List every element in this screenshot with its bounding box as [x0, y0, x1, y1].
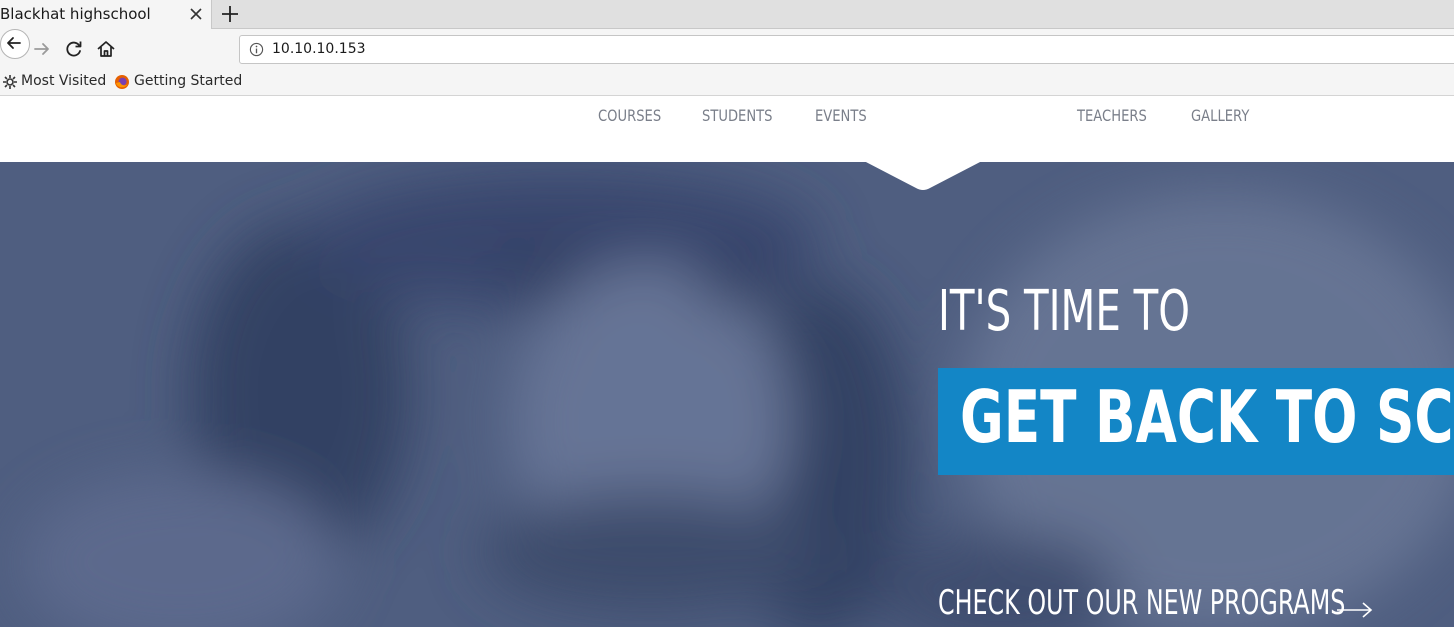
address-bar[interactable]: 10.10.10.153: [239, 35, 1454, 64]
info-icon[interactable]: [249, 42, 264, 57]
firefox-icon: [115, 75, 129, 89]
menu-item-teachers[interactable]: TEACHERS: [1077, 106, 1147, 125]
home-icon[interactable]: [95, 38, 117, 60]
browser-tab[interactable]: Blackhat highschool: [0, 0, 212, 29]
close-tab-icon[interactable]: [186, 4, 206, 24]
back-button[interactable]: [0, 29, 30, 59]
back-arrow-icon: [7, 37, 21, 49]
bookmark-label: Getting Started: [134, 73, 243, 89]
url-text: 10.10.10.153: [272, 41, 366, 57]
menu-item-students[interactable]: STUDENTS: [702, 106, 772, 125]
hero-headline-banner: GET BACK TO SCHOOL: [938, 368, 1454, 475]
bookmark-most-visited[interactable]: Most Visited: [2, 72, 107, 92]
menu-item-events[interactable]: EVENTS: [815, 106, 867, 125]
new-tab-icon[interactable]: [219, 3, 241, 25]
menu-item-gallery[interactable]: GALLERY: [1191, 106, 1249, 125]
programs-link[interactable]: CHECK OUT OUR NEW PROGRAMS: [938, 586, 1345, 620]
tab-title: Blackhat highschool: [0, 5, 151, 23]
reload-icon[interactable]: [63, 38, 85, 60]
bookmark-label: Most Visited: [21, 73, 107, 89]
bookmarks-toolbar: Most Visited Getting Started: [0, 69, 1454, 96]
navigation-toolbar: 10.10.10.153: [0, 29, 1454, 69]
menu-item-courses[interactable]: COURSES: [598, 106, 661, 125]
bookmark-getting-started[interactable]: Getting Started: [114, 72, 243, 92]
browser-tab-bar: Blackhat highschool: [0, 0, 1454, 29]
hero-section: IT'S TIME TO GET BACK TO SCHOOL CHECK OU…: [0, 162, 1454, 627]
gear-icon: [3, 75, 17, 89]
site-header: COURSES STUDENTS EVENTS TEACHERS GALLERY: [0, 96, 1454, 162]
arrow-right-icon[interactable]: [1336, 600, 1374, 620]
menu-notch: [865, 162, 981, 190]
hero-kicker: IT'S TIME TO: [938, 279, 1190, 344]
forward-arrow-icon[interactable]: [31, 38, 53, 60]
hero-headline: GET BACK TO SCHOOL: [960, 375, 1454, 459]
